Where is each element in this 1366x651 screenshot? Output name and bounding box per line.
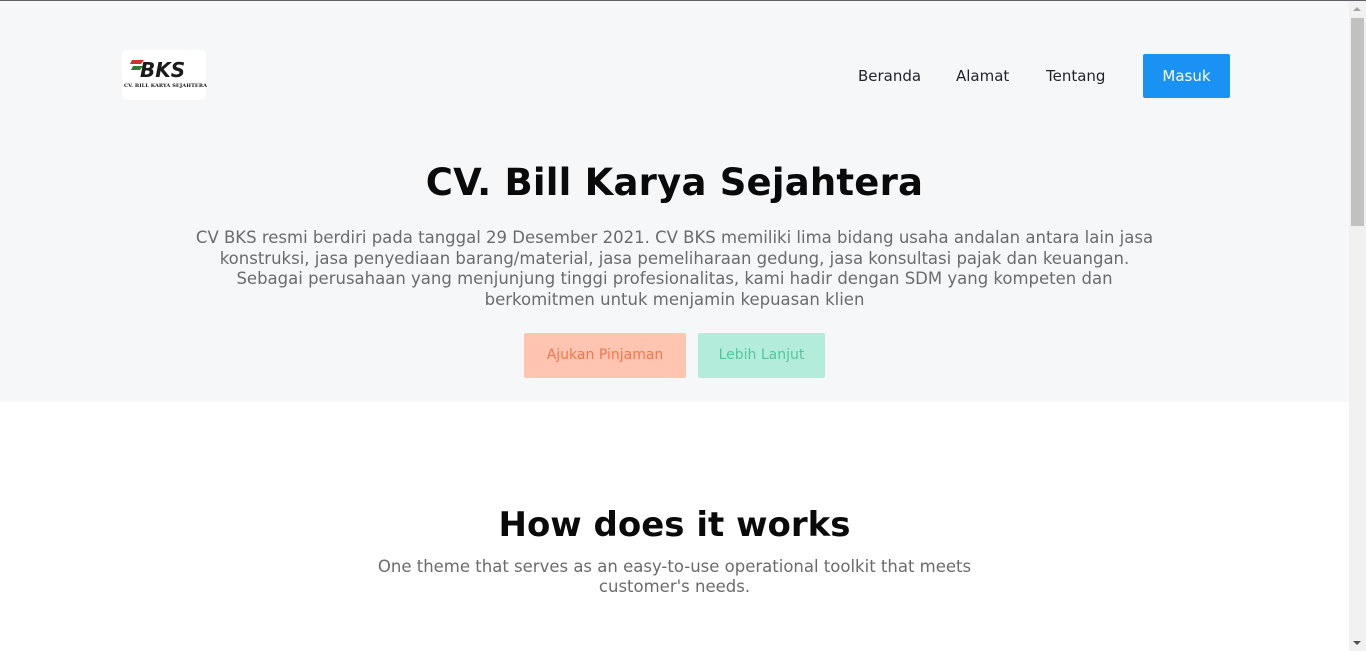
nav-link-tentang[interactable]: Tentang: [1046, 54, 1105, 98]
how-it-works-title: How does it works: [498, 505, 851, 545]
learn-more-button[interactable]: Lebih Lanjut: [698, 333, 825, 378]
scrollbar-thumb[interactable]: [1351, 18, 1364, 226]
nav-link-beranda[interactable]: Beranda: [858, 54, 921, 98]
svg-text:BKS: BKS: [140, 58, 185, 82]
how-it-works-description: One theme that serves as an easy-to-use …: [377, 557, 972, 596]
hero-title: CV. Bill Karya Sejahtera: [425, 161, 924, 204]
apply-loan-button[interactable]: Ajukan Pinjaman: [524, 333, 686, 378]
hero-section: BKS CV. BILL KARYA SEJAHTERA Beranda Ala…: [0, 1, 1349, 402]
bks-logo-mark: BKS: [130, 58, 185, 82]
hero-description: CV BKS resmi berdiri pada tanggal 29 Des…: [195, 228, 1154, 309]
nav-link-alamat[interactable]: Alamat: [956, 54, 1009, 98]
chevron-up-icon[interactable]: [1349, 1, 1366, 18]
login-button[interactable]: Masuk: [1143, 54, 1230, 98]
vertical-scrollbar[interactable]: [1349, 1, 1366, 651]
chevron-down-icon[interactable]: [1349, 634, 1366, 651]
page: BKS CV. BILL KARYA SEJAHTERA Beranda Ala…: [0, 1, 1349, 651]
company-logo[interactable]: BKS CV. BILL KARYA SEJAHTERA: [122, 50, 208, 100]
logo-company-text: CV. BILL KARYA SEJAHTERA: [124, 83, 208, 89]
